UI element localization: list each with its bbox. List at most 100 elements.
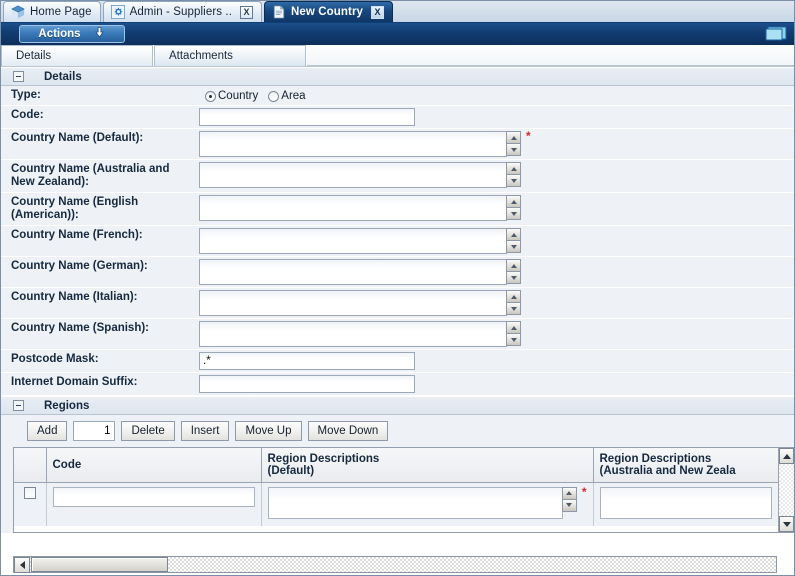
field-row-postcode-mask: Postcode Mask: bbox=[1, 350, 794, 373]
spinner-down-icon[interactable] bbox=[506, 174, 521, 187]
radio-area-circle-icon[interactable] bbox=[268, 90, 280, 102]
insert-button[interactable]: Insert bbox=[180, 421, 230, 441]
country-name-german-spinner[interactable] bbox=[506, 259, 521, 284]
field-row-country-name-default: Country Name (Default): * bbox=[1, 129, 794, 160]
country-name-italian-input[interactable] bbox=[199, 290, 507, 316]
arrow-down-icon bbox=[93, 26, 106, 42]
country-name-french-input[interactable] bbox=[199, 228, 507, 254]
country-name-italian-spinner[interactable] bbox=[506, 290, 521, 315]
window-restore-icon[interactable] bbox=[764, 26, 788, 42]
spinner-down-icon[interactable] bbox=[561, 498, 577, 512]
radio-area-label: Area bbox=[281, 90, 306, 102]
field-row-country-name-german: Country Name (German): bbox=[1, 257, 794, 288]
spinner-down-icon[interactable] bbox=[506, 271, 521, 284]
actions-button-label: Actions bbox=[38, 28, 81, 40]
row-checkbox[interactable] bbox=[23, 486, 36, 499]
region-code-input[interactable] bbox=[52, 486, 255, 507]
details-form: Type: Country Area Code: Country Name (D… bbox=[1, 86, 794, 396]
tab-attachments-label: Attachments bbox=[169, 50, 233, 62]
details-section-title: Details bbox=[44, 70, 82, 83]
type-radio-group: Country Area bbox=[199, 88, 306, 102]
field-label-code: Code: bbox=[11, 109, 44, 121]
country-name-anz-spinner[interactable] bbox=[506, 162, 521, 187]
field-row-internet-domain-suffix: Internet Domain Suffix: bbox=[1, 373, 794, 396]
browser-tab-close-icon[interactable]: X bbox=[240, 5, 253, 19]
browser-tab-strip: Home Page Admin - Suppliers .. X New Cou… bbox=[1, 1, 794, 23]
field-row-country-name-french: Country Name (French): bbox=[1, 226, 794, 257]
gear-icon bbox=[110, 5, 125, 19]
actions-button[interactable]: Actions bbox=[19, 25, 125, 43]
row-count-input[interactable] bbox=[73, 421, 116, 441]
field-label-country-name-spanish: Country Name (Spanish): bbox=[11, 322, 150, 334]
regions-body: Add Delete Insert Move Up Move Down Code… bbox=[1, 415, 794, 573]
postcode-mask-input[interactable] bbox=[199, 352, 415, 370]
column-header-region-descriptions-anz: Region Descriptions (Australia and New Z… bbox=[593, 448, 779, 483]
country-name-default-input[interactable] bbox=[199, 131, 507, 157]
browser-tab-new-country[interactable]: New Country X bbox=[264, 1, 394, 22]
regions-grid: Code Region Descriptions (Default) Regio… bbox=[13, 447, 794, 533]
browser-tab-label: New Country bbox=[291, 6, 364, 18]
spinner-down-icon[interactable] bbox=[506, 143, 521, 156]
field-label-type: Type: bbox=[11, 89, 41, 101]
region-description-anz-input[interactable] bbox=[599, 486, 772, 519]
collapse-minus-icon[interactable] bbox=[13, 71, 24, 82]
country-name-anz-input[interactable] bbox=[199, 162, 507, 188]
country-name-default-spinner[interactable] bbox=[506, 131, 521, 156]
country-name-english-american-input[interactable] bbox=[199, 195, 507, 221]
column-header-code: Code bbox=[46, 448, 262, 483]
add-button[interactable]: Add bbox=[27, 421, 68, 441]
table-row[interactable]: * bbox=[14, 482, 779, 526]
vertical-scroll-track[interactable] bbox=[779, 464, 794, 516]
browser-tab-home-page[interactable]: Home Page bbox=[3, 1, 101, 22]
field-label-country-name-default: Country Name (Default): bbox=[11, 132, 144, 144]
scroll-up-icon[interactable] bbox=[779, 448, 794, 464]
horizontal-scroll-thumb[interactable] bbox=[31, 557, 168, 572]
internet-domain-suffix-input[interactable] bbox=[199, 375, 415, 393]
move-down-button[interactable]: Move Down bbox=[307, 421, 389, 441]
radio-area[interactable]: Area bbox=[268, 90, 306, 102]
field-label-country-name-english-american: Country Name (English (American)): bbox=[11, 196, 139, 221]
tab-details[interactable]: Details bbox=[1, 45, 153, 66]
cube-icon bbox=[11, 5, 25, 19]
spinner-down-icon[interactable] bbox=[506, 302, 521, 315]
row-select-cell[interactable] bbox=[14, 482, 47, 526]
grid-horizontal-scrollbar[interactable] bbox=[13, 556, 777, 573]
regions-table: Code Region Descriptions (Default) Regio… bbox=[14, 448, 779, 526]
table-header-row: Code Region Descriptions (Default) Regio… bbox=[14, 448, 779, 483]
code-input[interactable] bbox=[199, 108, 415, 126]
tab-attachments[interactable]: Attachments bbox=[154, 45, 306, 66]
country-name-spanish-spinner[interactable] bbox=[506, 321, 521, 346]
spinner-down-icon[interactable] bbox=[506, 207, 521, 220]
grid-vertical-scrollbar[interactable] bbox=[778, 448, 794, 532]
country-name-german-input[interactable] bbox=[199, 259, 507, 285]
scroll-down-icon[interactable] bbox=[779, 516, 794, 532]
country-name-french-spinner[interactable] bbox=[506, 228, 521, 253]
field-row-country-name-english-american: Country Name (English (American)): bbox=[1, 193, 794, 226]
browser-tab-close-icon[interactable]: X bbox=[371, 5, 385, 19]
application-window: Home Page Admin - Suppliers .. X New Cou… bbox=[0, 0, 795, 576]
field-label-country-name-anz: Country Name (Australia and New Zealand)… bbox=[11, 163, 170, 188]
cell-region-description-anz bbox=[593, 482, 779, 526]
spinner-down-icon[interactable] bbox=[506, 240, 521, 253]
delete-button[interactable]: Delete bbox=[121, 421, 175, 441]
region-description-default-input[interactable] bbox=[267, 486, 563, 519]
move-up-button[interactable]: Move Up bbox=[235, 421, 302, 441]
country-name-english-american-spinner[interactable] bbox=[506, 195, 521, 220]
browser-tab-label: Admin - Suppliers .. bbox=[129, 6, 232, 18]
field-row-code: Code: bbox=[1, 106, 794, 129]
scroll-left-icon[interactable] bbox=[14, 557, 30, 573]
radio-country-circle-icon[interactable] bbox=[205, 90, 216, 102]
actions-toolbar: Actions bbox=[1, 23, 794, 45]
spinner-down-icon[interactable] bbox=[506, 333, 521, 346]
field-label-postcode-mask: Postcode Mask: bbox=[11, 353, 99, 365]
required-marker: * bbox=[581, 484, 587, 499]
regions-section-title: Regions bbox=[44, 399, 90, 412]
cell-code bbox=[46, 482, 262, 526]
browser-tab-admin-suppliers[interactable]: Admin - Suppliers .. X bbox=[102, 1, 262, 22]
region-description-default-spinner[interactable] bbox=[561, 486, 577, 512]
country-name-spanish-input[interactable] bbox=[199, 321, 507, 347]
radio-country[interactable]: Country bbox=[205, 90, 258, 102]
column-header-region-descriptions-default: Region Descriptions (Default) bbox=[261, 448, 594, 483]
collapse-minus-icon[interactable] bbox=[13, 400, 24, 411]
field-row-country-name-italian: Country Name (Italian): bbox=[1, 288, 794, 319]
